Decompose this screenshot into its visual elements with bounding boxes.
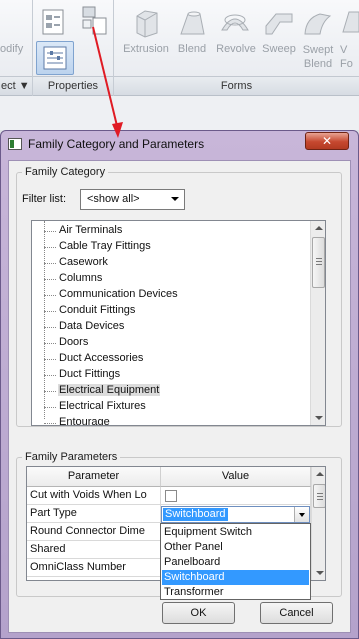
tree-item-label: Electrical Equipment — [58, 384, 161, 396]
tree-item[interactable]: Electrical Fixtures — [32, 399, 310, 415]
tree-connector — [44, 407, 56, 408]
dropdown-option[interactable]: Panelboard — [162, 555, 309, 570]
tree-item[interactable]: Doors — [32, 335, 310, 351]
tree-connector — [44, 391, 56, 392]
parameter-column-header[interactable]: Parameter — [27, 467, 161, 487]
tree-item-label: Columns — [59, 272, 103, 284]
parameter-name-cell[interactable]: Round Connector Dime — [27, 523, 161, 541]
scroll-thumb[interactable] — [312, 237, 325, 288]
tree-item[interactable]: Entourage — [32, 415, 310, 426]
tree-item[interactable]: Electrical Equipment — [32, 383, 310, 399]
parameter-name-cell[interactable]: Part Type — [27, 505, 161, 523]
filter-list-select[interactable]: <show all> — [80, 189, 185, 210]
scroll-down-icon[interactable] — [315, 416, 323, 420]
ok-button[interactable]: OK — [162, 602, 235, 624]
scroll-up-icon[interactable] — [316, 472, 324, 476]
tree-connector — [44, 231, 56, 232]
scroll-down-icon[interactable] — [316, 571, 324, 575]
part-type-value: Switchboard — [163, 508, 228, 521]
tree-connector — [44, 295, 56, 296]
tree-connector — [44, 247, 56, 248]
tree-item-label: Entourage — [59, 416, 110, 426]
tree-item[interactable]: Communication Devices — [32, 287, 310, 303]
tree-connector — [44, 279, 56, 280]
tree-item-label: Communication Devices — [59, 288, 178, 300]
family-parameters-title: Family Parameters — [22, 451, 121, 463]
dropdown-option[interactable]: Transformer — [162, 585, 309, 600]
cancel-button[interactable]: Cancel — [260, 602, 333, 624]
tree-item-label: Casework — [59, 256, 108, 268]
tree-item[interactable]: Duct Fittings — [32, 367, 310, 383]
tree-item[interactable]: Air Terminals — [32, 223, 310, 239]
tree-item-label: Air Terminals — [59, 224, 123, 236]
tree-item-label: Conduit Fittings — [59, 304, 136, 316]
tree-connector — [44, 359, 56, 360]
part-type-dropdown: Equipment Switch Other Panel Panelboard Swi… — [160, 523, 311, 600]
chevron-down-icon — [171, 197, 179, 201]
tree-item[interactable]: Casework — [32, 255, 310, 271]
tree-connector — [44, 327, 56, 328]
parameter-name-cell[interactable]: Shared — [27, 541, 161, 559]
tree-item-label: Cable Tray Fittings — [59, 240, 151, 252]
category-tree[interactable]: Air Terminals Cable Tray Fittings Casework… — [31, 220, 326, 426]
tree-item[interactable]: Cable Tray Fittings — [32, 239, 310, 255]
tree-item-label: Duct Fittings — [59, 368, 121, 380]
scroll-up-icon[interactable] — [315, 226, 323, 230]
dropdown-option[interactable]: Other Panel — [162, 540, 309, 555]
annotation-arrow-icon — [92, 26, 123, 138]
tree-item-label: Data Devices — [59, 320, 125, 332]
tree-connector — [44, 263, 56, 264]
tree-item-label: Doors — [59, 336, 89, 348]
part-type-combo[interactable]: Switchboard — [161, 506, 310, 523]
parameter-name-cell[interactable]: OmniClass Number — [27, 559, 161, 577]
tree-connector — [44, 343, 56, 344]
category-tree-scrollbar[interactable] — [310, 221, 325, 425]
value-column-header[interactable]: Value — [161, 467, 311, 487]
tree-item[interactable]: Data Devices — [32, 319, 310, 335]
tree-item[interactable]: Duct Accessories — [32, 351, 310, 367]
chevron-down-icon[interactable] — [294, 507, 309, 522]
dropdown-option[interactable]: Switchboard — [162, 570, 309, 585]
scroll-thumb[interactable] — [313, 484, 325, 508]
tree-connector — [44, 375, 56, 376]
tree-item[interactable]: Columns — [32, 271, 310, 287]
parameter-value-cell[interactable] — [161, 487, 311, 505]
parameters-scrollbar[interactable] — [311, 467, 325, 580]
filter-list-label: Filter list: — [22, 193, 66, 205]
tree-connector — [44, 311, 56, 312]
filter-list-value: <show all> — [87, 193, 140, 205]
tree-item[interactable]: Conduit Fittings — [32, 303, 310, 319]
cut-with-voids-checkbox[interactable] — [165, 490, 177, 502]
parameter-name-cell[interactable]: Cut with Voids When Lo — [27, 487, 161, 505]
dropdown-option[interactable]: Equipment Switch — [162, 525, 309, 540]
tree-connector — [44, 423, 56, 424]
tree-item-label: Duct Accessories — [59, 352, 144, 364]
tree-item-label: Electrical Fixtures — [59, 400, 146, 412]
